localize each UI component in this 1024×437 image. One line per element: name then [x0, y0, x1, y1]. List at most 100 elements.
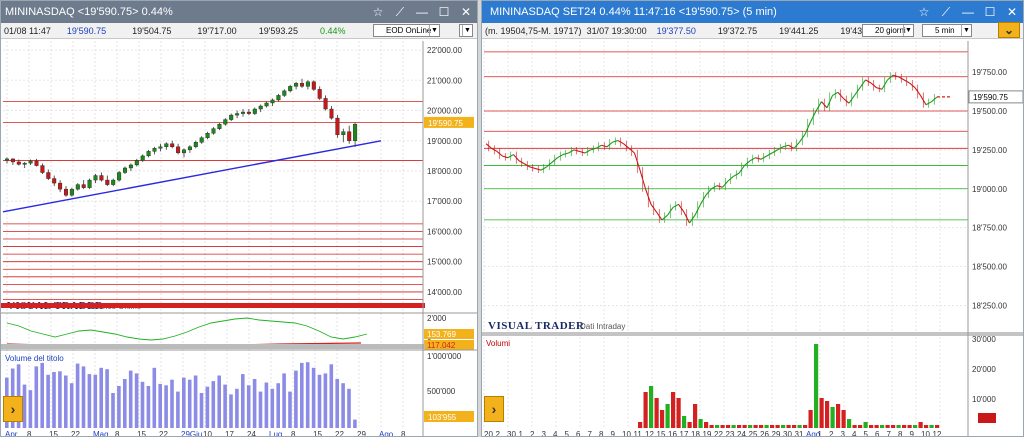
volume-bar — [929, 425, 934, 428]
x-tick-label: 30 — [507, 430, 516, 437]
x-tick-label: 3 — [542, 430, 547, 437]
candle-body — [34, 160, 39, 166]
candle-body — [93, 175, 98, 181]
volume-bar — [874, 425, 879, 428]
x-tick-label: 22 — [159, 430, 168, 437]
volume-bar — [46, 374, 50, 428]
volume-bar — [638, 422, 643, 428]
candle-body — [146, 151, 151, 157]
volume-bar — [300, 362, 304, 428]
oscillator-line — [6, 317, 368, 341]
x-tick-label: 15 — [313, 430, 322, 437]
candle-body — [64, 188, 69, 196]
volume-bar — [863, 422, 868, 428]
candle-body — [305, 81, 310, 87]
volume-bar — [924, 425, 929, 428]
volume-bar — [775, 425, 780, 428]
candle-body — [329, 108, 334, 119]
volume-bar — [246, 385, 251, 428]
volume-bar — [323, 373, 328, 428]
volume-bar — [99, 367, 103, 428]
ind-tick-label: 2'000 — [427, 314, 447, 323]
x-tick-label: Ago — [379, 430, 394, 437]
volume-bar — [252, 379, 257, 428]
right-chart[interactable]: 19'750.00 19'500.00 19'250.00 19'000.00 18'7… — [482, 1, 1024, 437]
volume-bar — [117, 386, 121, 428]
x-tick-label: Apr — [5, 430, 18, 437]
x-tick-label: 15 — [657, 430, 666, 437]
x-tick-label: 22 — [71, 430, 80, 437]
scroll-right-button[interactable]: › — [3, 396, 23, 422]
candle-body — [341, 131, 346, 135]
volume-bar — [347, 388, 351, 428]
volume-bar — [58, 371, 62, 428]
vol-tick-label: 20'000 — [972, 365, 996, 374]
volume-bar — [134, 373, 139, 428]
candle-body — [117, 172, 122, 181]
volume-bar — [270, 388, 275, 428]
candle-body — [187, 146, 192, 151]
y-tick-label: 19'000.00 — [427, 137, 462, 146]
x-tick-label: 4 — [852, 430, 857, 437]
candle-body — [223, 119, 228, 125]
volume-bar — [709, 425, 714, 428]
volume-bar — [841, 410, 846, 428]
x-tick-label: Mag — [93, 430, 109, 437]
candle-body — [164, 143, 169, 148]
vol-tick-label: 500'000 — [427, 387, 456, 396]
volume-bar — [748, 425, 753, 428]
x-tick-label: 9 — [611, 430, 616, 437]
candle-body — [205, 133, 210, 138]
x-tick-label: 29 — [772, 430, 781, 437]
watermark-sub: Dati Intraday — [580, 322, 625, 331]
x-tick-label: 17 — [680, 430, 689, 437]
vol-tick-label: 1'000'000 — [427, 352, 462, 361]
y-tick-label: 16'000.00 — [427, 227, 462, 236]
x-tick-label: 20 — [484, 430, 493, 437]
candle-body — [311, 81, 316, 90]
left-chart[interactable]: 22'000.00 21'000.00 20'000.00 19'000.00 18'0… — [1, 1, 478, 437]
candle-body — [217, 123, 222, 129]
y-tick-label: 18'250.00 — [972, 301, 1007, 310]
candle-body — [317, 89, 322, 99]
candle-body — [282, 90, 287, 96]
candle-body — [52, 178, 57, 184]
volume-bar — [896, 425, 901, 428]
volume-bar — [294, 370, 298, 428]
volume-bar — [217, 375, 221, 428]
y-tick-label: 14'000.00 — [427, 288, 462, 297]
volume-bar — [187, 379, 192, 428]
y-tick-label: 18'500.00 — [972, 263, 1007, 272]
volume-bar — [140, 381, 145, 428]
volume-bar — [880, 425, 885, 428]
x-tick-label: 18 — [691, 430, 700, 437]
volume-bar — [731, 425, 736, 428]
candle-body — [323, 98, 328, 110]
candle-body — [28, 160, 33, 164]
x-tick-label: 8 — [599, 430, 604, 437]
x-tick-label: 12 — [645, 430, 654, 437]
volume-bar — [40, 362, 44, 428]
volume-bar — [643, 392, 648, 428]
candle-body — [199, 137, 204, 143]
volume-bar — [176, 391, 180, 428]
left-chart-window: MININASDAQ <19'590.75> 0.44% ☆ ⟋ — ☐ ✕ 0… — [0, 0, 478, 437]
x-tick-label: 10 — [921, 430, 930, 437]
candle-body — [10, 158, 15, 163]
x-tick-label: 7 — [887, 430, 892, 437]
candle-body — [152, 148, 157, 152]
volume-bar — [258, 391, 263, 428]
candle-body — [4, 158, 9, 161]
volume-title: Volumi — [486, 339, 511, 348]
volume-bar — [869, 425, 874, 428]
candle-body — [300, 83, 305, 87]
candle-body — [235, 113, 240, 116]
volume-bar — [847, 419, 852, 428]
volume-bar — [317, 374, 322, 428]
volume-bar — [753, 425, 758, 428]
volume-bar — [803, 425, 808, 428]
scroll-right-button[interactable]: › — [484, 396, 504, 422]
volume-bar — [907, 425, 912, 428]
y-tick-label: 19'750.00 — [972, 68, 1007, 77]
volume-bar — [276, 383, 280, 428]
